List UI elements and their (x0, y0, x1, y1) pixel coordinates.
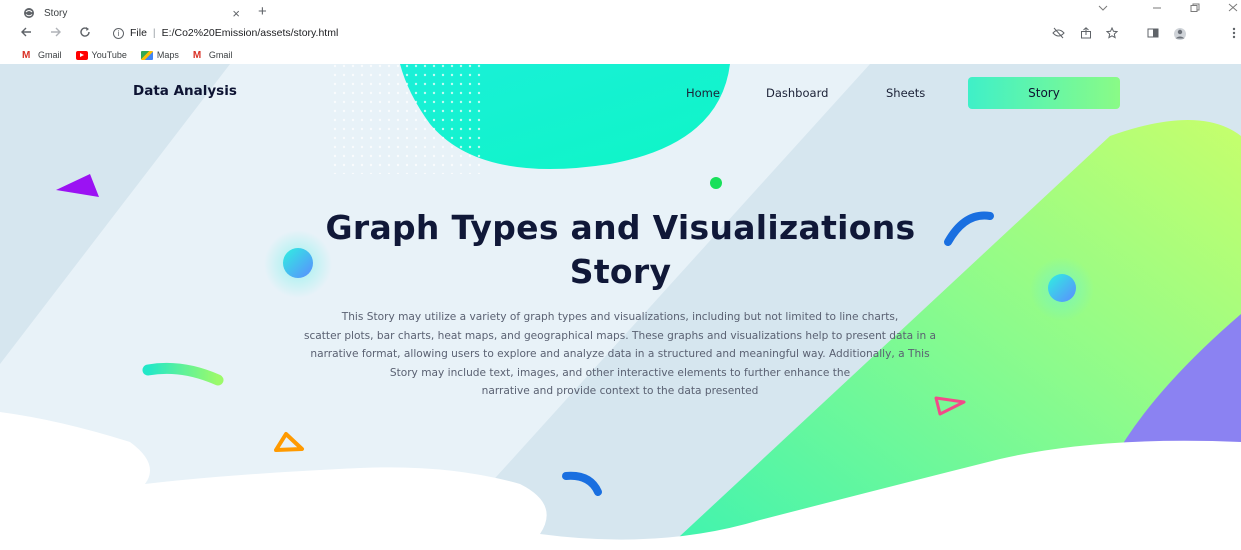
url-field[interactable]: i File | E:/Co2%20Emission/assets/story.… (113, 27, 338, 39)
page-title: Graph Types and Visualizations Story (0, 206, 1241, 294)
description-line: scatter plots, bar charts, heat maps, an… (303, 329, 937, 342)
more-menu-icon[interactable] (1232, 27, 1236, 43)
sidebar-icon[interactable] (1147, 27, 1159, 43)
description-line: Story may include text, images, and othe… (389, 366, 851, 379)
description-line: narrative format, allowing users to expl… (310, 348, 930, 360)
bookmark-youtube[interactable]: YouTube (75, 50, 127, 60)
url-prefix: File (130, 27, 147, 39)
bookmark-label: Gmail (208, 50, 233, 60)
info-icon[interactable]: i (113, 27, 124, 39)
url-separator: | (152, 27, 156, 39)
tab-close-icon[interactable]: × (232, 6, 240, 21)
bookmark-label: Gmail (38, 50, 62, 60)
description-line: This Story may utilize a variety of grap… (341, 311, 899, 323)
nav-home[interactable]: Home (686, 86, 720, 100)
forward-arrow-icon[interactable] (50, 26, 62, 42)
hero-description: This Story may utilize a variety of grap… (160, 308, 1080, 401)
reload-icon[interactable] (79, 26, 91, 42)
back-arrow-icon[interactable] (20, 26, 32, 42)
youtube-icon (75, 50, 88, 60)
bookmark-gmail[interactable]: M Gmail (22, 50, 62, 60)
browser-tab[interactable]: Story × (8, 2, 244, 24)
browser-tab-bar: Story × + (0, 0, 1241, 24)
url-text: E:/Co2%20Emission/assets/story.html (161, 27, 339, 39)
address-bar: i File | E:/Co2%20Emission/assets/story.… (0, 24, 1241, 46)
nav-dashboard[interactable]: Dashboard (766, 86, 828, 100)
site-logo[interactable]: Data Analysis (133, 83, 237, 99)
profile-avatar-icon[interactable] (1172, 27, 1188, 45)
gmail-icon: M (192, 49, 202, 61)
gmail-icon: M (22, 49, 31, 61)
tab-title: Story (44, 7, 68, 19)
maps-icon (140, 50, 153, 60)
chevron-down-icon[interactable] (1098, 3, 1108, 15)
bookmark-label: Maps (156, 50, 179, 60)
title-line-2: Story (569, 252, 672, 291)
bookmarks-bar: M Gmail YouTube Maps M Gmail (0, 46, 1241, 64)
page-viewport: Data Analysis Home Dashboard Sheets Stor… (0, 64, 1241, 550)
new-tab-button[interactable]: + (258, 3, 267, 20)
bookmark-maps[interactable]: Maps (140, 50, 179, 60)
eye-off-icon[interactable] (1052, 27, 1065, 43)
restore-icon[interactable] (1190, 3, 1200, 15)
bookmark-gmail-2[interactable]: M Gmail (193, 50, 233, 60)
bookmark-label: YouTube (91, 50, 127, 60)
star-icon[interactable] (1105, 26, 1119, 43)
close-window-icon[interactable] (1228, 3, 1238, 15)
share-icon[interactable] (1080, 27, 1092, 43)
title-line-1: Graph Types and Visualizations (325, 208, 916, 247)
globe-icon (22, 6, 36, 20)
minimize-icon[interactable] (1152, 3, 1162, 15)
background-decoration (0, 64, 1241, 550)
description-line: narrative and provide context to the dat… (481, 385, 759, 397)
nav-story-button[interactable]: Story (968, 77, 1120, 109)
nav-sheets[interactable]: Sheets (886, 86, 925, 100)
